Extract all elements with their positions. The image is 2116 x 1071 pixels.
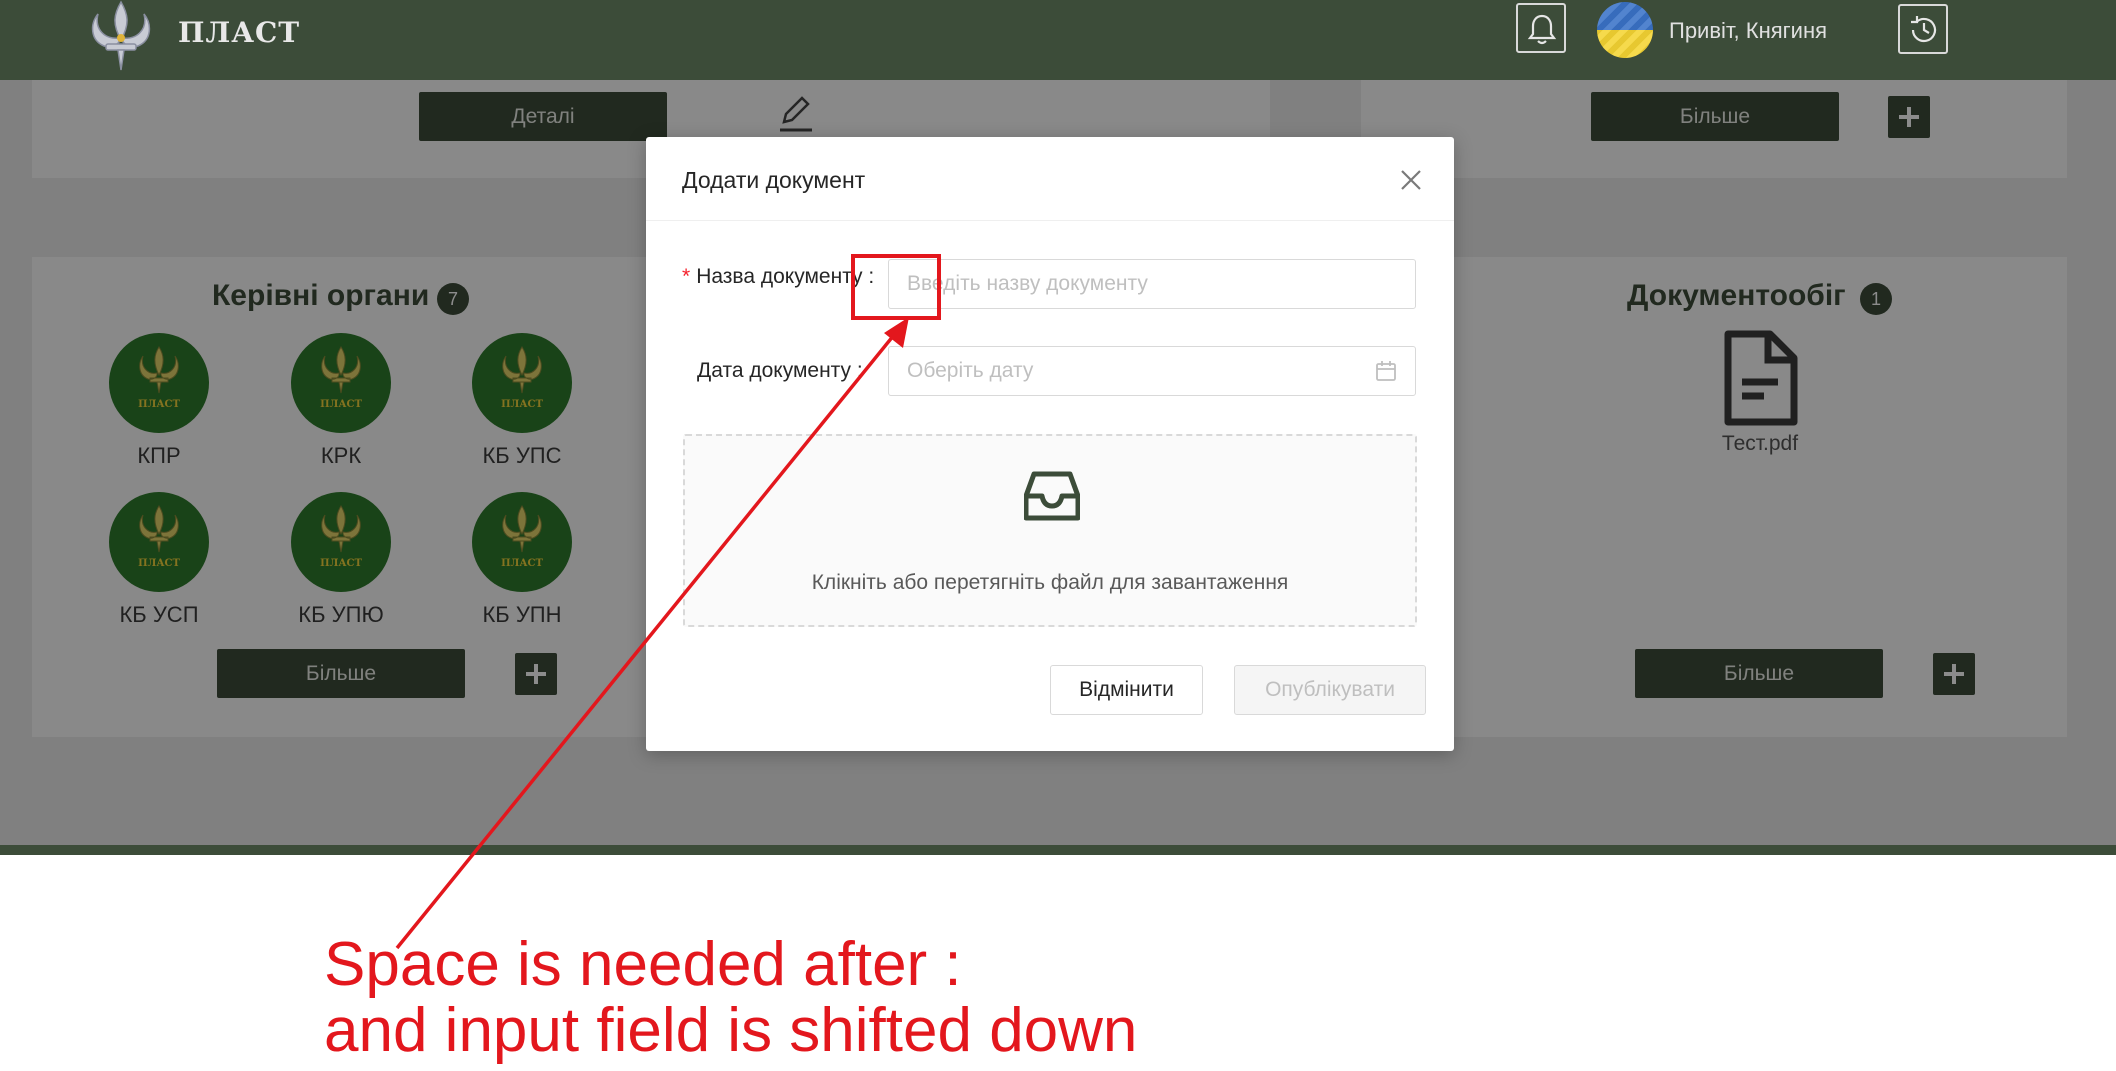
- annotation-line-2: and input field is shifted down: [324, 996, 1138, 1065]
- annotation-arrow-icon: [395, 317, 909, 950]
- annotation-line-1: Space is needed after :: [324, 930, 962, 999]
- annotation-text: Space is needed after : and input field …: [324, 932, 1137, 1064]
